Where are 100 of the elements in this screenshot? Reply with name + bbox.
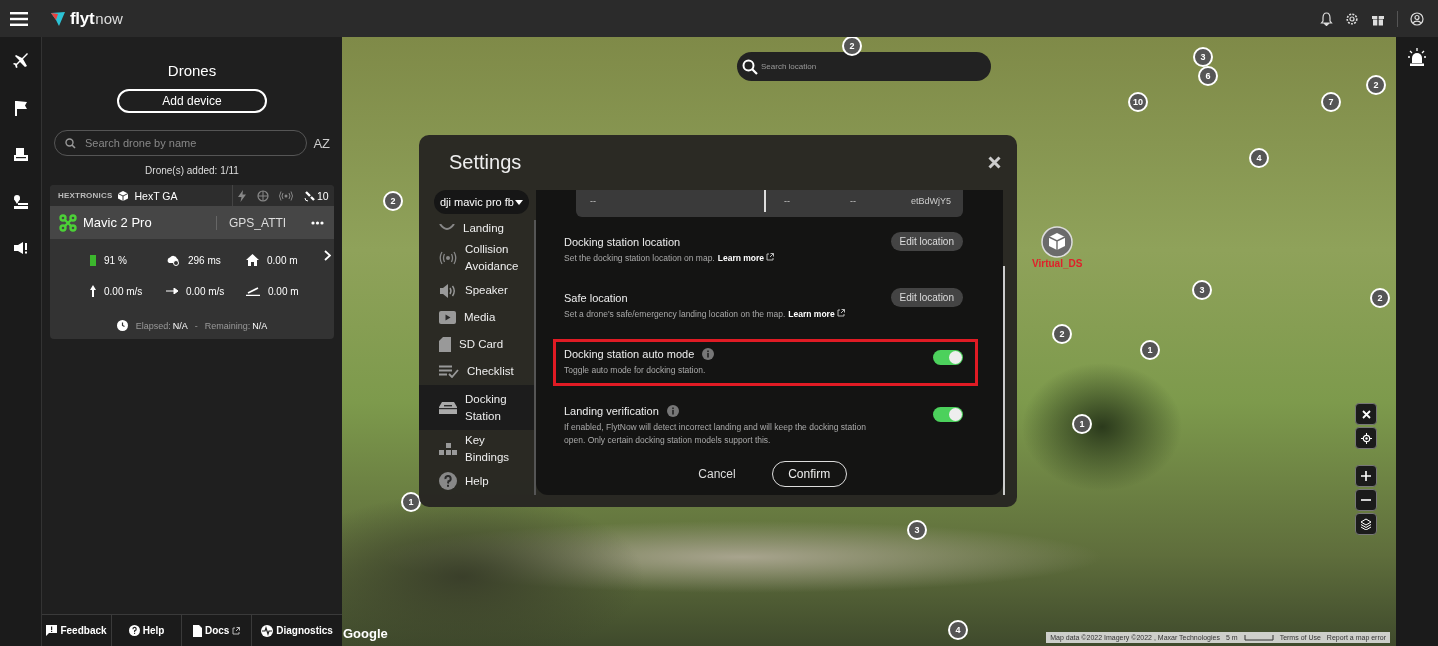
docking-station-icon (439, 401, 457, 414)
right-arrow-icon (166, 288, 178, 294)
waypoint-marker[interactable]: 3 (1193, 47, 1213, 67)
waypoint-marker[interactable]: 4 (948, 620, 968, 640)
edit-location-button[interactable]: Edit location (890, 288, 963, 307)
station-marker-icon[interactable] (1041, 226, 1073, 258)
megaphone-icon[interactable] (12, 241, 29, 255)
brand-logo: HEXTRONICS (58, 191, 113, 200)
waypoint-marker[interactable]: 1 (1140, 340, 1160, 360)
setting-description: If enabled, FlytNow will detect incorrect landing and will keep the docking station open. Only certain docking station models support this. (564, 422, 866, 445)
scrollbar[interactable] (1003, 266, 1005, 495)
flight-mode: GPS_ATTI (216, 215, 291, 230)
waypoint-marker[interactable]: 2 (1366, 75, 1386, 95)
settings-nav-item[interactable]: Help (419, 468, 534, 495)
zoom-in-button[interactable] (1355, 465, 1377, 487)
document-icon (192, 624, 202, 637)
scale-bar-icon (1243, 634, 1274, 641)
close-button[interactable] (1355, 403, 1377, 425)
toggle-switch[interactable] (933, 407, 963, 422)
settings-nav-item[interactable]: Docking Station (419, 385, 534, 430)
cloud-clock-icon (166, 254, 180, 266)
location-search-field[interactable]: Search location (737, 52, 991, 81)
waypoint-marker[interactable]: 2 (1370, 288, 1390, 308)
waypoint-marker[interactable]: 10 (1128, 92, 1148, 112)
setting-title: Landing verification (564, 405, 659, 417)
bell-icon[interactable] (1320, 11, 1333, 26)
info-icon[interactable] (666, 405, 679, 417)
menu-icon[interactable] (10, 11, 28, 26)
caret-icon (515, 199, 523, 205)
waypoint-marker[interactable]: 2 (383, 191, 403, 211)
search-icon (742, 59, 758, 75)
plus-icon (1361, 471, 1371, 481)
user-icon[interactable] (1410, 11, 1424, 26)
info-icon[interactable] (702, 348, 715, 360)
plane-icon[interactable] (12, 53, 29, 69)
docs-link[interactable]: Docs (182, 615, 253, 646)
zoom-out-button[interactable] (1355, 489, 1377, 511)
sort-button[interactable]: AZ (313, 135, 330, 151)
crosshair-icon (1360, 432, 1372, 444)
toggle-switch[interactable] (933, 350, 963, 365)
drone-dropdown[interactable]: dji mavic pro fb (434, 190, 529, 214)
waypoint-marker[interactable]: 3 (907, 520, 927, 540)
remaining-value: N/A (252, 320, 268, 331)
waypoint-marker[interactable]: 7 (1321, 92, 1341, 112)
printer-icon[interactable] (12, 147, 29, 163)
setting-description: Toggle auto mode for docking station. (564, 365, 706, 375)
globe-icon (256, 189, 269, 202)
setting-title: Safe location (564, 292, 628, 304)
edit-location-button[interactable]: Edit location (890, 232, 963, 251)
waypoint-marker[interactable]: 3 (1192, 280, 1212, 300)
settings-nav-item[interactable]: Key Bindings (419, 429, 534, 468)
stat-value: 91 % (104, 254, 127, 266)
settings-nav-item[interactable]: Checklist (419, 358, 534, 386)
diagnostics-link[interactable]: Diagnostics (252, 615, 342, 646)
waypoint-marker[interactable]: 1 (1072, 414, 1092, 434)
play-icon (439, 311, 456, 325)
drone-card[interactable]: HEXTRONICS HexT GA 10 Mavic 2 Pro GPS_ATTI 91 % 296 ms 0.00 m 0.00 m/s 0.00 m/s 0.00 m Elapsed: N/A - Remaining: N/A (50, 185, 334, 339)
satellite-map[interactable] (342, 37, 1396, 646)
stat-value: 296 ms (188, 254, 221, 266)
waypoint-marker[interactable]: 2 (842, 37, 862, 56)
pulse-icon (261, 624, 274, 637)
help-link[interactable]: Help (112, 615, 183, 646)
waypoint-marker[interactable]: 4 (1249, 148, 1269, 168)
search-icon (65, 138, 76, 149)
add-device-button[interactable]: Add device (117, 89, 267, 113)
flag-icon[interactable] (13, 100, 28, 116)
search-field[interactable]: Search drone by name (54, 130, 308, 156)
elapsed-label: Elapsed: (135, 320, 171, 331)
settings-icon[interactable] (1345, 11, 1359, 26)
setting-title: Docking station location (564, 236, 681, 248)
learn-more-link[interactable]: Learn more (788, 309, 845, 319)
separator-text: - (194, 320, 198, 331)
external-link-icon (766, 253, 775, 261)
logo-icon (50, 10, 66, 27)
settings-nav-item[interactable]: Landing (419, 220, 534, 240)
settings-nav-item[interactable]: Collision Avoidance (419, 239, 534, 278)
drone-count: Drone(s) added: 1/11 (145, 165, 239, 176)
waypoint-marker[interactable]: 2 (1052, 324, 1072, 344)
logo-text: now (95, 10, 123, 27)
waypoint-marker[interactable]: 1 (401, 492, 421, 512)
layers-button[interactable] (1355, 513, 1377, 535)
waypoint-marker[interactable]: 6 (1198, 66, 1218, 86)
home-icon (246, 254, 259, 266)
setting-description: Set the docking station location on map. (564, 253, 715, 263)
close-icon (1361, 409, 1371, 419)
settings-nav-item[interactable]: Speaker (419, 277, 534, 305)
close-icon[interactable] (988, 156, 1001, 169)
settings-nav-item[interactable]: SD Card (419, 331, 534, 359)
learn-more-link[interactable]: Learn more (717, 253, 775, 263)
more-icon[interactable] (311, 220, 324, 225)
settings-nav-item[interactable]: Media (419, 304, 534, 332)
chevron-right-icon[interactable] (324, 250, 331, 261)
cancel-button[interactable]: Cancel (692, 461, 742, 487)
battery-icon (90, 254, 96, 266)
feedback-link[interactable]: Feedback (42, 615, 113, 646)
locate-button[interactable] (1355, 427, 1377, 449)
checklist-icon (439, 365, 459, 379)
pin-route-icon[interactable] (12, 194, 29, 210)
info-value: -- (850, 196, 856, 206)
siren-icon[interactable] (1408, 48, 1426, 66)
